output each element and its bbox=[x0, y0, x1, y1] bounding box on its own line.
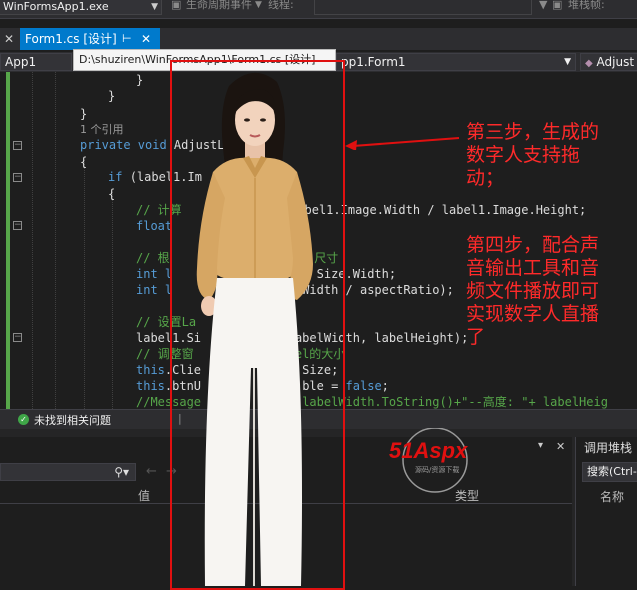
chevron-down-icon: ▼ bbox=[151, 2, 158, 12]
stackframe-label: 堆栈帧: bbox=[568, 0, 605, 11]
code-token: } bbox=[80, 107, 88, 121]
document-tab-bar: ✕ Form1.cs [设计] ⊢ ✕ bbox=[0, 28, 637, 50]
code-token: } bbox=[108, 89, 116, 103]
code-token: { bbox=[108, 187, 116, 201]
code-token: private bbox=[80, 138, 138, 152]
column-header-name[interactable]: 名称 bbox=[600, 488, 624, 505]
code-token: } bbox=[136, 73, 144, 87]
step3-annotation: 第三步，生成的 数字人支持拖 动； bbox=[466, 121, 637, 190]
dropdown-icon[interactable]: ▾ bbox=[538, 440, 543, 451]
close-icon[interactable]: ✕ bbox=[556, 440, 565, 453]
tab-form1-design[interactable]: Form1.cs [设计] ⊢ ✕ bbox=[20, 28, 160, 50]
method-icon: ◆ bbox=[585, 58, 593, 69]
process-combo[interactable]: WinFormsApp1.exe ▼ bbox=[0, 0, 162, 15]
search-input[interactable]: ⚲▾ bbox=[0, 463, 136, 481]
thread-combo[interactable] bbox=[314, 0, 532, 15]
code-token: { bbox=[80, 155, 88, 169]
member-combo-value: Adjust bbox=[596, 55, 635, 69]
callstack-search[interactable]: 搜索(Ctrl- bbox=[582, 462, 637, 482]
search-icon[interactable]: ⚲▾ bbox=[114, 465, 129, 479]
indent-guide bbox=[84, 160, 85, 409]
lifecycle-icon[interactable]: ▣ bbox=[171, 0, 181, 13]
code-token: false bbox=[345, 379, 382, 393]
code-line[interactable]: } bbox=[108, 88, 115, 104]
check-icon: ✓ bbox=[18, 414, 29, 425]
svg-text:51Aspx: 51Aspx bbox=[389, 438, 468, 463]
project-combo[interactable]: App1 bbox=[0, 53, 72, 71]
close-icon[interactable]: ✕ bbox=[141, 28, 151, 50]
collapse-icon[interactable]: − bbox=[13, 221, 22, 230]
code-token: ; bbox=[381, 379, 389, 393]
code-line[interactable]: } bbox=[136, 72, 143, 88]
lifecycle-label[interactable]: 生命周期事件 bbox=[186, 0, 252, 13]
indent-guide bbox=[55, 72, 56, 409]
tab-label: Form1.cs [设计] bbox=[25, 32, 117, 46]
callstack-panel: 调用堆栈 搜索(Ctrl- 名称 bbox=[575, 437, 637, 586]
pin-icon[interactable]: ⊢ bbox=[122, 28, 132, 50]
step4-line: 第四步，配合声 bbox=[466, 234, 600, 256]
column-header-value[interactable]: 值 bbox=[138, 487, 150, 504]
code-token: if bbox=[108, 170, 130, 184]
chevron-down-icon[interactable]: ▼ bbox=[255, 0, 262, 13]
issues-label[interactable]: 未找到相关问题 bbox=[34, 412, 111, 428]
indent-guide bbox=[32, 72, 33, 409]
indent-guide bbox=[112, 192, 113, 409]
code-token: 1 个引用 bbox=[80, 123, 124, 136]
highlight-box bbox=[170, 60, 345, 590]
thread-label: 线程: bbox=[268, 0, 294, 11]
chevron-down-icon: ▼ bbox=[564, 57, 571, 67]
collapse-icon[interactable]: − bbox=[13, 173, 22, 182]
code-line[interactable]: { bbox=[108, 186, 115, 202]
code-line[interactable]: } bbox=[80, 106, 87, 122]
debug-toolbar: WinFormsApp1.exe ▼ ▣ 生命周期事件 ▼ 线程: ▼ ▣ 堆栈… bbox=[0, 0, 637, 19]
step4-line: 了 bbox=[466, 326, 486, 348]
svg-text:源码/资源下载: 源码/资源下载 bbox=[415, 465, 459, 474]
code-line[interactable]: 1 个引用 bbox=[80, 121, 124, 137]
step4-line: 实现数字人直播 bbox=[466, 303, 600, 325]
project-combo-value: App1 bbox=[5, 55, 37, 69]
step3-line: 第三步，生成的 bbox=[466, 121, 600, 143]
step4-line: 音输出工具和音 bbox=[466, 257, 600, 279]
class-combo[interactable]: pp1.Form1 ▼ bbox=[336, 53, 576, 71]
arrow-icon bbox=[345, 137, 460, 150]
toggle-icon[interactable]: ▣ bbox=[552, 0, 562, 13]
watermark-logo: 51Aspx 源码/资源下载 bbox=[389, 428, 468, 493]
close-icon[interactable]: ✕ bbox=[0, 28, 20, 50]
step4-annotation: 第四步，配合声 音输出工具和音 频文件播放即可 实现数字人直播 了 bbox=[466, 234, 637, 349]
callstack-title[interactable]: 调用堆栈 bbox=[584, 439, 632, 456]
step4-line: 频文件播放即可 bbox=[466, 280, 600, 302]
member-combo[interactable]: ◆ Adjust bbox=[580, 53, 637, 71]
collapse-icon[interactable]: − bbox=[13, 333, 22, 342]
step3-line: 动； bbox=[466, 167, 505, 189]
code-token: this bbox=[136, 363, 165, 377]
back-arrow-icon[interactable]: ← bbox=[146, 464, 157, 479]
process-combo-value: WinFormsApp1.exe bbox=[3, 0, 109, 13]
code-line[interactable]: { bbox=[80, 154, 87, 170]
change-tracking-bar bbox=[6, 72, 10, 409]
collapse-icon[interactable]: − bbox=[13, 141, 22, 150]
step3-line: 数字人支持拖 bbox=[466, 144, 581, 166]
callstack-search-hint: 搜索(Ctrl- bbox=[587, 465, 637, 478]
filter-icon[interactable]: ▼ bbox=[539, 0, 547, 13]
class-combo-value: pp1.Form1 bbox=[341, 55, 406, 69]
code-token: this bbox=[136, 379, 165, 393]
